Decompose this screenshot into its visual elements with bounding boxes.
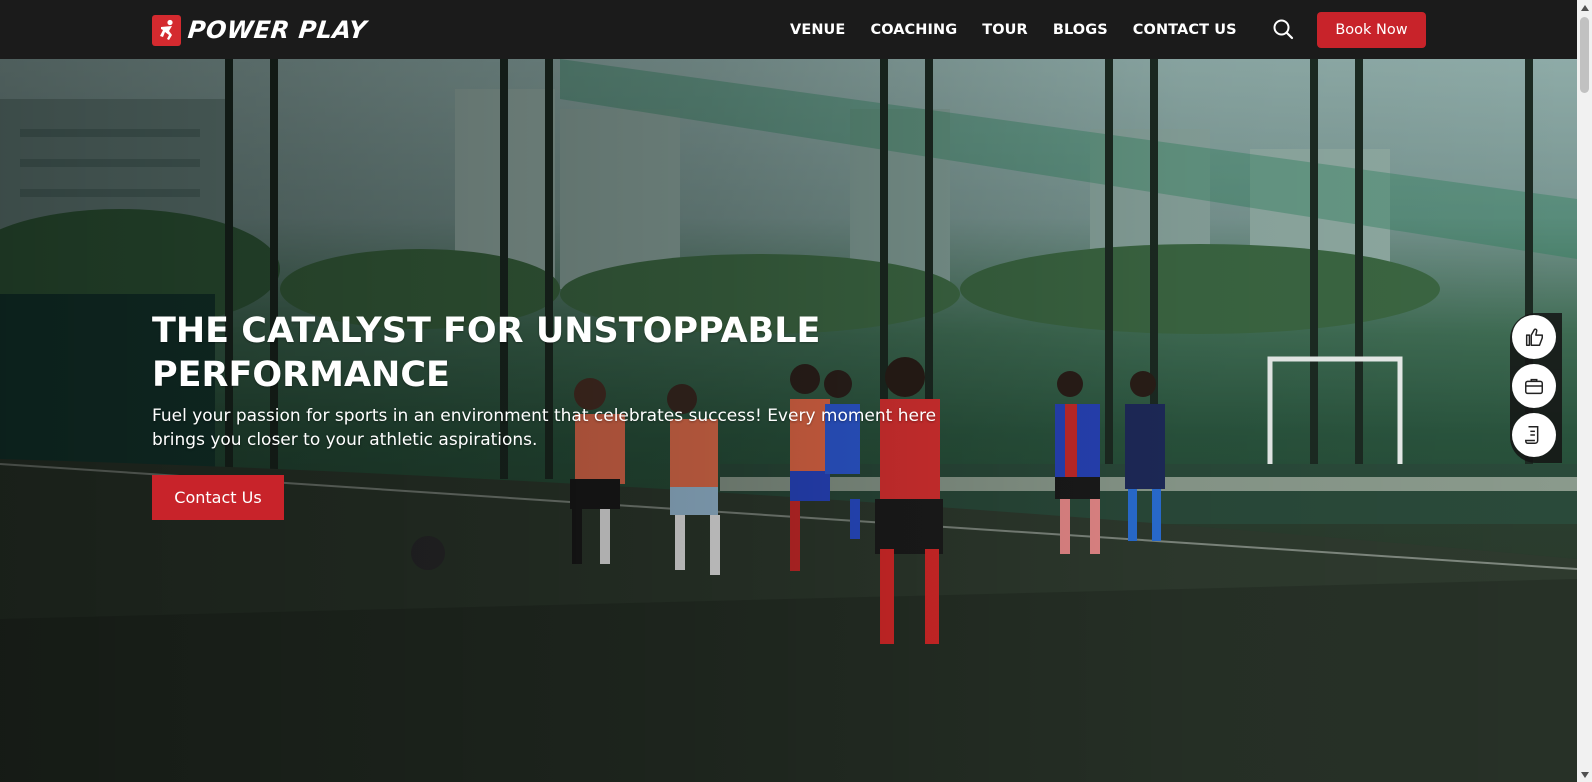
search-icon[interactable]	[1272, 18, 1294, 40]
scroll-up-arrow-icon[interactable]	[1577, 0, 1592, 15]
nav-venue[interactable]: VENUE	[790, 22, 845, 38]
nav-blogs[interactable]: BLOGS	[1053, 22, 1108, 38]
brand-name: POWER PLAY	[186, 16, 369, 44]
nav-coaching[interactable]: COACHING	[870, 22, 957, 38]
runner-logo-icon	[152, 14, 181, 46]
brand-logo[interactable]: POWER PLAY	[152, 14, 369, 46]
page-scrollbar[interactable]	[1577, 0, 1592, 782]
book-now-button[interactable]: Book Now	[1317, 12, 1426, 48]
scroll-down-arrow-icon[interactable]	[1577, 767, 1592, 782]
thumbs-up-icon[interactable]	[1512, 315, 1556, 359]
top-navbar: POWER PLAY VENUE COACHING TOUR BLOGS CON…	[0, 0, 1577, 59]
hero-subtitle: Fuel your passion for sports in an envir…	[152, 406, 937, 450]
nav-contact-us[interactable]: CONTACT US	[1133, 22, 1237, 38]
nav-tour[interactable]: TOUR	[982, 22, 1028, 38]
document-icon[interactable]	[1512, 413, 1556, 457]
scrollbar-thumb[interactable]	[1580, 17, 1589, 93]
hero-banner: THE CATALYST FOR UNSTOPPABLE PERFORMANCE…	[0, 59, 1577, 782]
hero-title: THE CATALYST FOR UNSTOPPABLE PERFORMANCE	[152, 311, 821, 395]
briefcase-icon[interactable]	[1512, 364, 1556, 408]
main-nav: VENUE COACHING TOUR BLOGS CONTACT US	[790, 0, 1262, 59]
contact-us-button[interactable]: Contact Us	[152, 475, 284, 520]
